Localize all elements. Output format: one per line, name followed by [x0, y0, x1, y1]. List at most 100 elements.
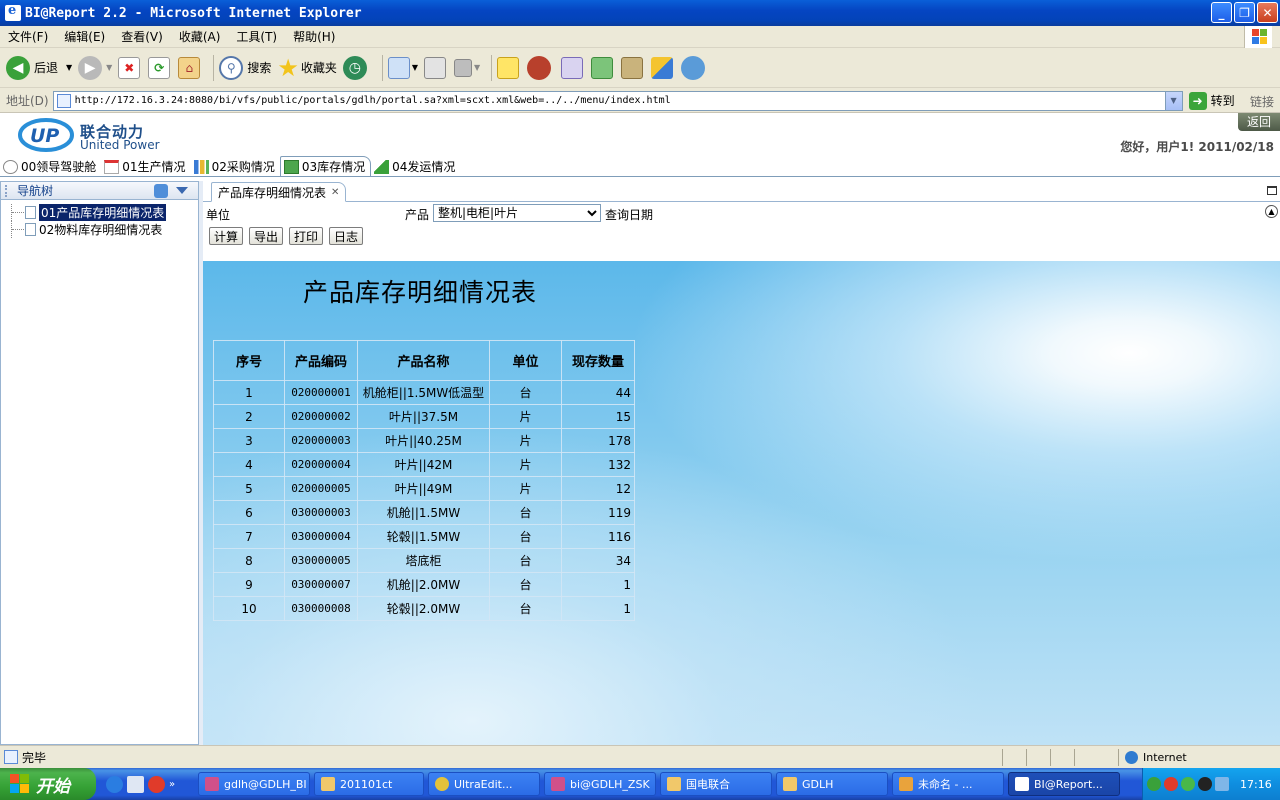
address-url[interactable]: http://172.16.3.24:8080/bi/vfs/public/po…: [75, 95, 671, 106]
product-code: 020000002: [284, 404, 358, 429]
toolbar-separator: [491, 54, 493, 81]
close-button[interactable]: ✕: [1257, 2, 1278, 23]
tree-connector: [11, 204, 25, 221]
stop-button[interactable]: ✖: [118, 56, 142, 79]
tab-cockpit[interactable]: 00领导驾驶舱: [0, 157, 101, 176]
taskbar-item-gdlh-bi[interactable]: gdlh@GDLH_BI: [198, 772, 310, 796]
report-tab-strip: 产品库存明细情况表 ✕: [203, 181, 1280, 202]
menu-edit[interactable]: 编辑(E): [56, 28, 113, 45]
product-unit: 片: [489, 404, 562, 429]
document-icon: [25, 223, 36, 236]
notes-button[interactable]: [497, 56, 521, 79]
tab-shipping[interactable]: 04发运情况: [371, 157, 460, 176]
tree-item-product-inventory[interactable]: 01产品库存明细情况表: [11, 204, 198, 221]
search-icon: ⚲: [219, 55, 244, 80]
product-code: 030000004: [284, 524, 358, 549]
minimize-button[interactable]: _: [1211, 2, 1232, 23]
status-zone: [1074, 749, 1118, 766]
taskbar-item-untitled[interactable]: 未命名 - ...: [892, 772, 1004, 796]
window-controls: _ ❐ ✕: [1211, 2, 1278, 23]
table-row: 3 020000003 叶片||40.25M 片 178: [213, 428, 635, 453]
address-input[interactable]: http://172.16.3.24:8080/bi/vfs/public/po…: [52, 90, 1183, 111]
tray-qq-icon[interactable]: [1198, 777, 1212, 791]
edit-button[interactable]: ▼: [454, 58, 480, 77]
home-button[interactable]: ⌂: [178, 56, 202, 79]
menu-view[interactable]: 查看(V): [113, 28, 171, 45]
tray-arrow-icon[interactable]: [1147, 777, 1161, 791]
tab-production[interactable]: 01生产情况: [101, 157, 190, 176]
product-unit: 台: [489, 596, 562, 621]
grip-icon: [5, 184, 11, 197]
refresh-button[interactable]: ⟳: [148, 56, 172, 79]
line-chart-icon: [374, 159, 390, 174]
folder-icon: [667, 777, 681, 791]
favorites-button[interactable]: ★ 收藏夹: [277, 54, 337, 82]
stock-quantity: 178: [561, 428, 635, 453]
desktop-quick-launch-icon[interactable]: [127, 775, 144, 793]
column-header: 单位: [489, 340, 562, 381]
tree-item-material-inventory[interactable]: 02物料库存明细情况表: [11, 221, 198, 238]
menu-favorites[interactable]: 收藏(A): [171, 28, 229, 45]
user-greeting: 您好，用户1! 2011/02/18: [1120, 140, 1274, 154]
report-title: 产品库存明细情况表: [303, 278, 538, 307]
menu-file[interactable]: 文件(F): [0, 28, 56, 45]
maximize-panel-icon[interactable]: [1267, 186, 1277, 195]
window-title-bar[interactable]: BI@Report 2.2 - Microsoft Internet Explo…: [0, 0, 1280, 26]
export-button[interactable]: 导出: [249, 227, 284, 245]
more-icon[interactable]: »: [169, 779, 175, 790]
tab-product-inventory-report[interactable]: 产品库存明细情况表 ✕: [211, 182, 347, 202]
media-button[interactable]: [591, 56, 615, 79]
go-button[interactable]: ➜ 转到: [1188, 91, 1235, 110]
table-row: 5 020000005 叶片||49M 片 12: [213, 476, 635, 501]
app-quick-launch-icon[interactable]: [148, 775, 165, 793]
tray-network-icon[interactable]: [1181, 777, 1195, 791]
research-button[interactable]: [561, 56, 585, 79]
taskbar-item-ultraedit[interactable]: UltraEdit...: [428, 772, 540, 796]
table-row: 2 020000002 叶片||37.5M 片 15: [213, 404, 635, 429]
users-button[interactable]: [681, 55, 709, 80]
address-dropdown-icon[interactable]: ▼: [1164, 91, 1182, 110]
calculate-button[interactable]: 计算: [209, 227, 244, 245]
tab-purchasing[interactable]: 02采购情况: [191, 157, 280, 176]
menu-tools[interactable]: 工具(T): [228, 28, 285, 45]
start-button[interactable]: 开始: [0, 768, 96, 800]
mail-button[interactable]: ▼: [387, 56, 418, 79]
product-select[interactable]: 整机|电柜|叶片: [433, 204, 601, 222]
portal-back-button[interactable]: 返回: [1238, 113, 1280, 131]
tools-button[interactable]: [621, 56, 645, 79]
menu-help[interactable]: 帮助(H): [285, 28, 343, 45]
back-button[interactable]: ◀ 后退 ▼: [6, 55, 73, 80]
product-name: 叶片||42M: [357, 452, 490, 477]
cube-button[interactable]: [651, 56, 675, 79]
search-button[interactable]: ⚲ 搜索: [219, 55, 271, 80]
close-tab-icon[interactable]: ✕: [331, 187, 339, 198]
taskbar-item-gdlh[interactable]: GDLH: [776, 772, 888, 796]
forward-button[interactable]: ▶ ▼: [78, 55, 112, 80]
refresh-icon[interactable]: [154, 184, 168, 198]
print-button[interactable]: [424, 56, 448, 79]
tray-app-icon[interactable]: [1164, 777, 1178, 791]
row-number: 6: [213, 500, 285, 525]
maximize-button[interactable]: ❐: [1234, 2, 1255, 23]
taskbar-item-guodian[interactable]: 国电联合: [660, 772, 772, 796]
collapse-icon[interactable]: [176, 187, 188, 194]
print-report-button[interactable]: 打印: [289, 227, 324, 245]
messenger-button[interactable]: [527, 55, 555, 80]
research-icon: [561, 56, 584, 79]
history-button[interactable]: ◷: [342, 55, 371, 80]
page-icon: [56, 93, 71, 108]
tray-volume-icon[interactable]: [1215, 777, 1229, 791]
dropdown-arrow-icon: ▼: [66, 63, 73, 72]
status-bar: 完毕 Internet: [0, 745, 1280, 768]
collapse-params-icon[interactable]: ▲: [1265, 205, 1278, 218]
ie-quick-launch-icon[interactable]: [106, 775, 123, 793]
table-header-row: 序号 产品编码 产品名称 单位 现存数量: [213, 340, 635, 381]
taskbar-item-bi-report[interactable]: BI@Report...: [1008, 772, 1120, 796]
links-button[interactable]: 链接: [1250, 93, 1274, 110]
taskbar-item-gdlh-zsk[interactable]: bi@GDLH_ZSK: [544, 772, 656, 796]
mail-icon: [387, 56, 410, 79]
taskbar-item-201101ct[interactable]: 201101ct: [314, 772, 424, 796]
tab-inventory[interactable]: 03库存情况: [279, 156, 372, 176]
product-code: 030000007: [284, 572, 358, 597]
log-button[interactable]: 日志: [329, 227, 364, 245]
